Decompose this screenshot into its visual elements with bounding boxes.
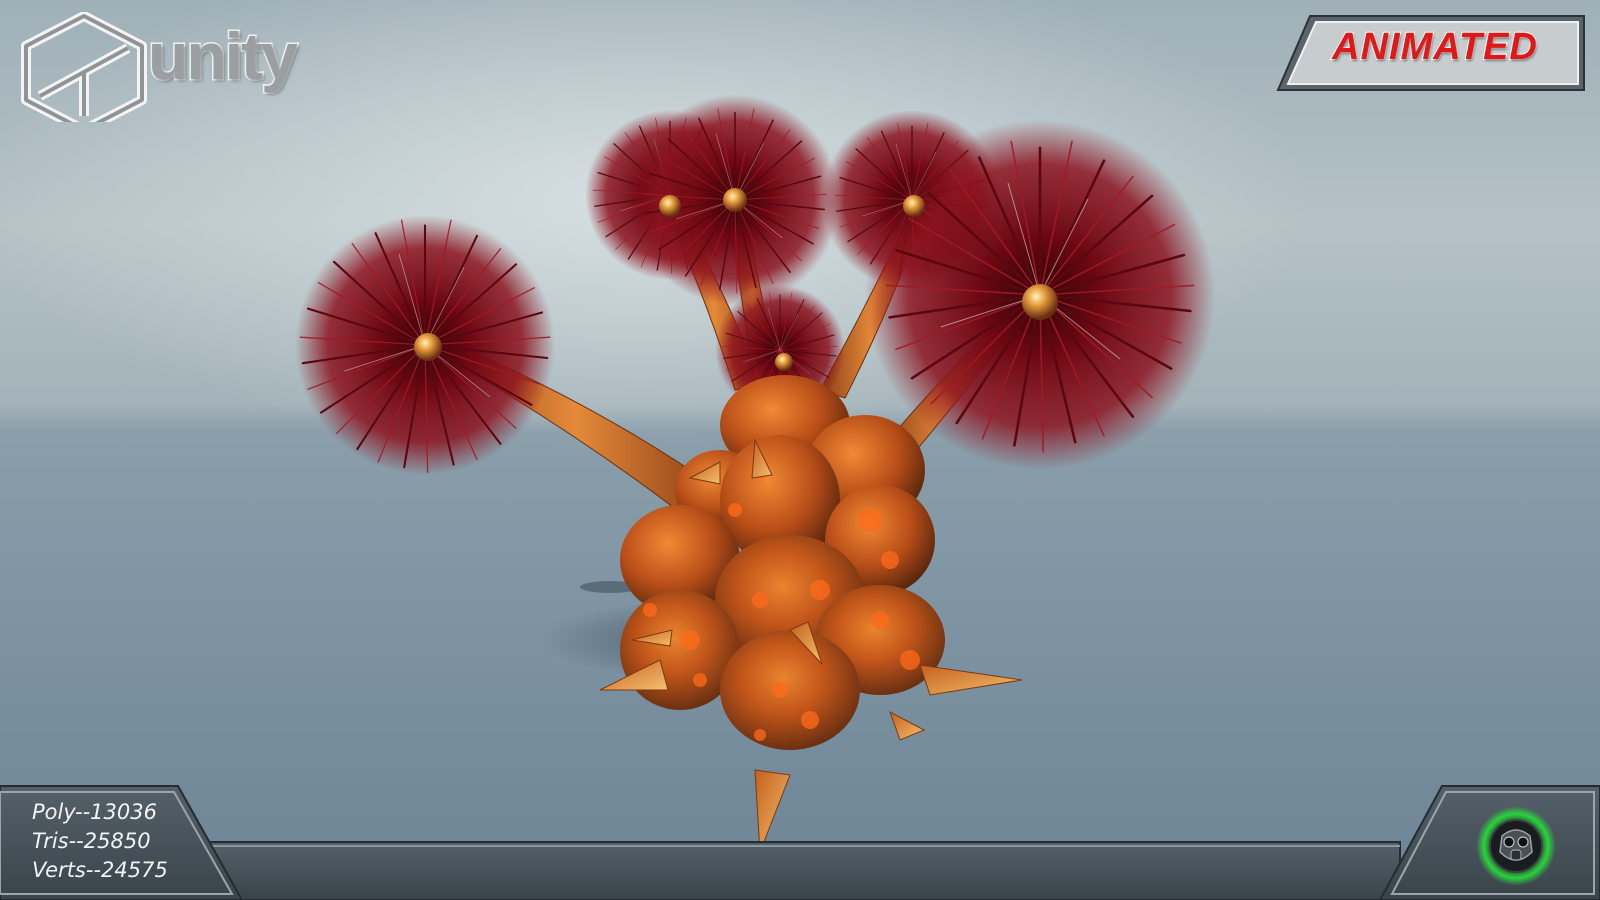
creature-render xyxy=(295,95,1215,853)
animated-badge-label: ANIMATED xyxy=(1331,25,1538,69)
mesh-stats: Poly--13036 Tris--25850 Verts--24575 xyxy=(32,798,168,885)
creature-body xyxy=(620,375,945,750)
gas-mask-icon xyxy=(1476,806,1556,886)
verts-count: Verts--24575 xyxy=(32,858,168,882)
tris-count: Tris--25850 xyxy=(32,829,151,853)
unity-logo-text: unity xyxy=(147,18,300,95)
bottom-info-panel xyxy=(0,785,1600,900)
poly-count: Poly--13036 xyxy=(32,800,157,824)
